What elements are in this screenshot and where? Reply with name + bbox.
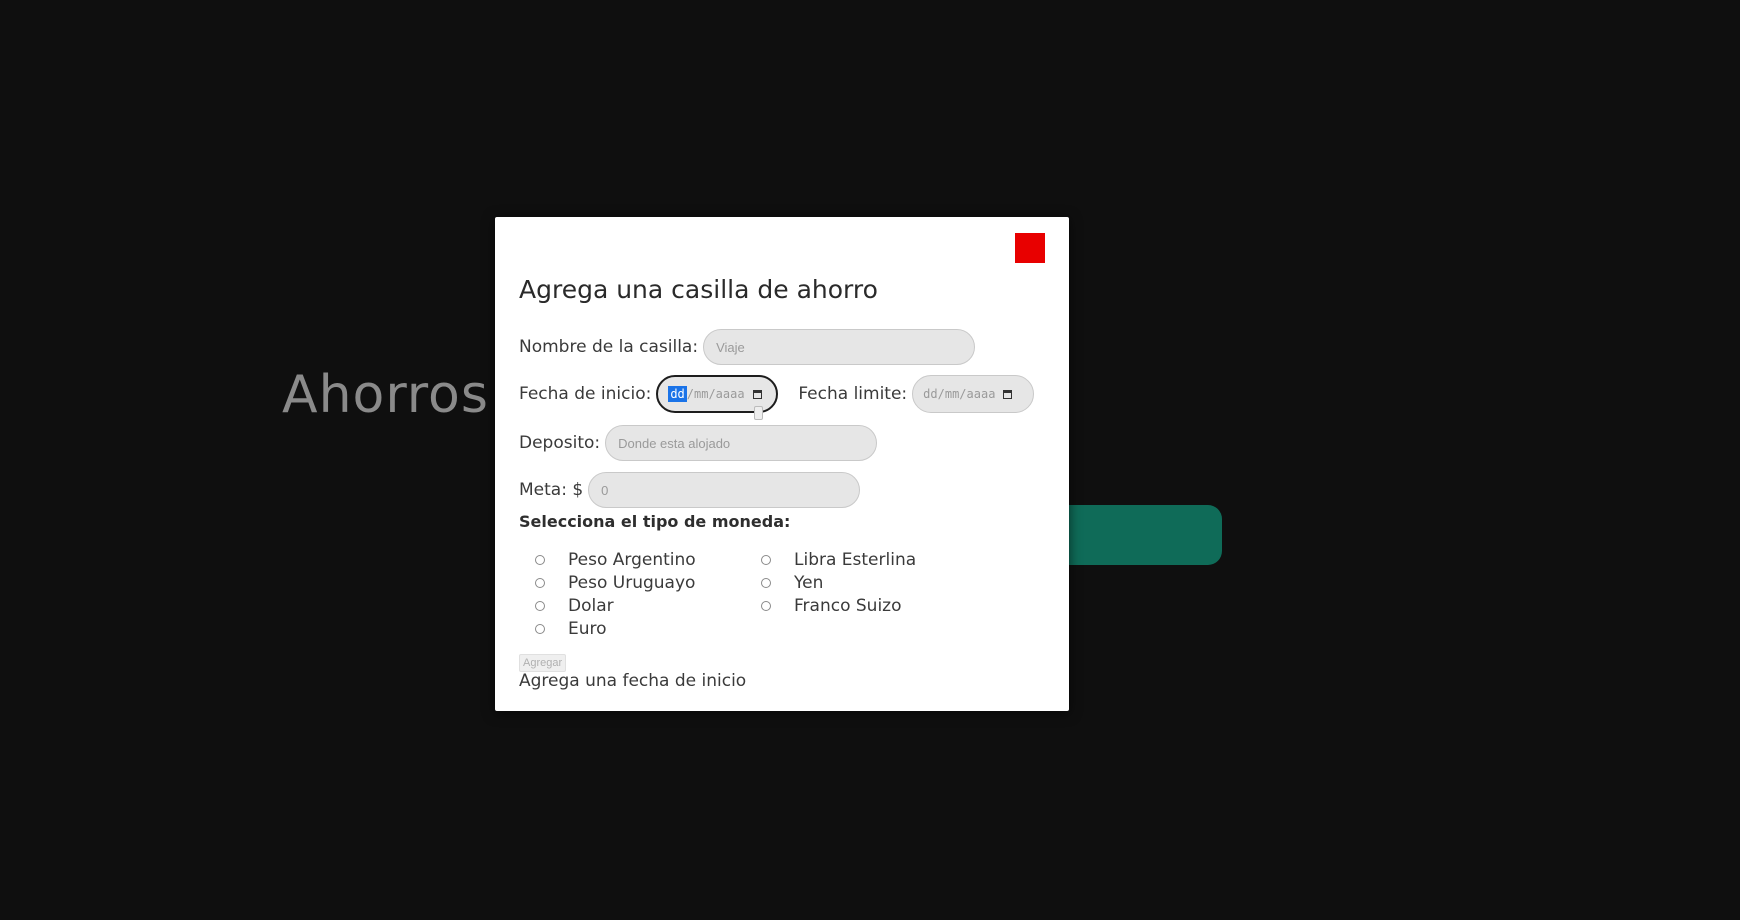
deposito-input[interactable] <box>605 425 878 461</box>
nombre-row: Nombre de la casilla: <box>519 329 976 365</box>
currency-option[interactable]: Euro <box>535 617 696 640</box>
currency-option[interactable]: Peso Uruguayo <box>535 571 696 594</box>
currency-option-label: Dolar <box>568 595 614 616</box>
agregar-button[interactable]: Agregar <box>519 654 567 672</box>
nombre-label: Nombre de la casilla: <box>519 337 699 357</box>
currency-option[interactable]: Libra Esterlina <box>761 548 916 571</box>
validation-message: Agrega una fecha de inicio <box>519 671 747 691</box>
currency-option-label: Yen <box>794 572 824 593</box>
radio-button[interactable] <box>761 600 771 611</box>
close-button[interactable] <box>1015 233 1045 263</box>
currency-section-label: Selecciona el tipo de moneda: <box>519 512 791 531</box>
fecha-inicio-day-segment[interactable]: dd <box>668 386 687 402</box>
fecha-limite-value: dd/mm/aaaa <box>923 387 996 401</box>
radio-button[interactable] <box>761 577 771 588</box>
mouse-cursor-icon <box>754 406 763 420</box>
fecha-limite-label: Fecha limite: <box>798 384 908 404</box>
radio-button[interactable] <box>761 554 771 565</box>
modal-title: Agrega una casilla de ahorro <box>519 275 878 304</box>
currency-option[interactable]: Peso Argentino <box>535 548 696 571</box>
fechas-row: Fecha de inicio: dd/mm/aaaa Fecha limite… <box>519 375 1035 413</box>
currency-option-label: Libra Esterlina <box>794 549 917 570</box>
calendar-icon[interactable] <box>1003 389 1013 399</box>
fecha-inicio-label: Fecha de inicio: <box>519 384 652 404</box>
page-title: Ahorros <box>282 365 489 425</box>
currency-option-label: Peso Uruguayo <box>568 572 696 593</box>
currency-option-label: Franco Suizo <box>794 595 902 616</box>
radio-button[interactable] <box>535 554 545 565</box>
nombre-input[interactable] <box>703 329 976 365</box>
meta-label: Meta: $ <box>519 480 584 500</box>
currency-option-label: Peso Argentino <box>568 549 696 570</box>
meta-input[interactable] <box>588 472 861 508</box>
currency-column-2: Libra Esterlina Yen Franco Suizo <box>761 548 916 617</box>
currency-option-label: Euro <box>568 618 607 639</box>
add-savings-modal: Agrega una casilla de ahorro Nombre de l… <box>495 217 1069 711</box>
meta-row: Meta: $ <box>519 472 861 508</box>
radio-button[interactable] <box>535 623 545 634</box>
currency-option[interactable]: Franco Suizo <box>761 594 916 617</box>
fecha-inicio-rest: /mm/aaaa <box>686 387 745 401</box>
fecha-limite-input[interactable]: dd/mm/aaaa <box>912 375 1035 413</box>
currency-column-1: Peso Argentino Peso Uruguayo Dolar Euro <box>535 548 696 640</box>
radio-button[interactable] <box>535 600 545 611</box>
currency-option[interactable]: Dolar <box>535 594 696 617</box>
deposito-label: Deposito: <box>519 433 601 453</box>
radio-button[interactable] <box>535 577 545 588</box>
deposito-row: Deposito: <box>519 425 878 461</box>
calendar-icon[interactable] <box>752 389 762 399</box>
currency-option[interactable]: Yen <box>761 571 916 594</box>
